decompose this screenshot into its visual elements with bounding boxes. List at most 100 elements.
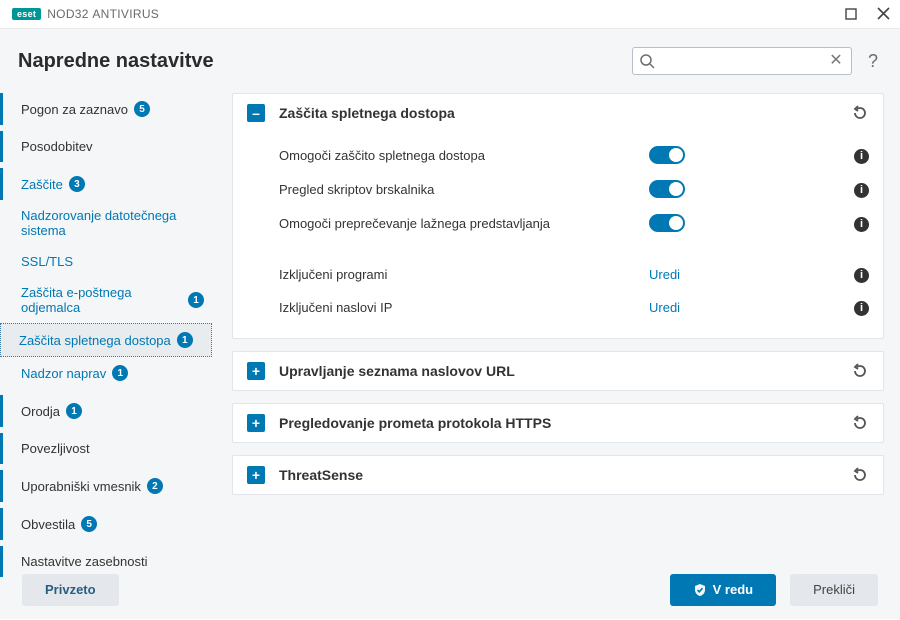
row-label: Pregled skriptov brskalnika (279, 182, 649, 197)
revert-icon[interactable] (851, 104, 869, 122)
sidebar-item-label: Uporabniški vmesnik (21, 479, 141, 494)
edit-excluded-programs-link[interactable]: Uredi (649, 267, 680, 282)
row-browser-script-scan: Pregled skriptov brskalnika i (279, 172, 869, 206)
panel-url-list-management: + Upravljanje seznama naslovov URL (232, 351, 884, 391)
sidebar-item-connectivity[interactable]: Povezljivost (0, 433, 212, 464)
default-button[interactable]: Privzeto (22, 574, 119, 606)
brand-badge: eset (12, 8, 41, 20)
sidebar-item-device-control[interactable]: Nadzor naprav 1 (0, 357, 212, 389)
page-title: Napredne nastavitve (18, 50, 214, 73)
row-label: Izključeni naslovi IP (279, 300, 649, 315)
info-icon[interactable]: i (854, 266, 869, 283)
brand-product-text: NOD32 (47, 7, 89, 21)
expand-icon[interactable]: + (247, 362, 265, 380)
close-button[interactable] (874, 5, 892, 23)
sidebar-item-label: Obvestila (21, 517, 75, 532)
sidebar-badge: 1 (66, 403, 82, 419)
sidebar-badge: 5 (81, 516, 97, 532)
revert-icon[interactable] (851, 466, 869, 484)
row-excluded-programs: Izključeni programi Uredi i (279, 258, 869, 291)
main-body: Pogon za zaznavo 5 Posodobitev Zaščite 3… (0, 89, 900, 559)
row-excluded-ip: Izključeni naslovi IP Uredi i (279, 291, 869, 324)
toggle-enable-web-access[interactable] (649, 146, 685, 164)
collapse-icon[interactable]: – (247, 104, 265, 122)
sidebar-item-web-access-protection[interactable]: Zaščita spletnega dostopa 1 (0, 323, 212, 357)
footer-right: V redu Prekliči (670, 574, 878, 606)
search-icon (639, 53, 655, 69)
window-controls (842, 5, 892, 23)
edit-excluded-ip-link[interactable]: Uredi (649, 300, 680, 315)
sidebar-badge: 2 (147, 478, 163, 494)
sidebar-item-label: Zaščita e-poštnega odjemalca (21, 285, 182, 315)
sidebar-badge: 1 (112, 365, 128, 381)
info-icon[interactable]: i (854, 215, 869, 232)
brand-suffix-text: ANTIVIRUS (92, 7, 159, 21)
sidebar-item-label: SSL/TLS (21, 254, 73, 269)
panel-body-web-access: Omogoči zaščito spletnega dostopa i Preg… (233, 132, 883, 338)
shield-icon (693, 583, 707, 597)
panel-title: ThreatSense (279, 467, 363, 483)
info-icon[interactable]: i (854, 181, 869, 198)
brand-eset-text: eset (17, 9, 36, 19)
sidebar-item-privacy-settings[interactable]: Nastavitve zasebnosti (0, 546, 212, 577)
toggle-anti-phishing[interactable] (649, 214, 685, 232)
panel-title: Upravljanje seznama naslovov URL (279, 363, 515, 379)
panel-title: Pregledovanje prometa protokola HTTPS (279, 415, 551, 431)
info-icon[interactable]: i (854, 299, 869, 316)
sidebar-item-label: Nadzorovanje datotečnega sistema (21, 208, 204, 238)
help-button[interactable]: ? (864, 51, 882, 72)
sidebar-item-update[interactable]: Posodobitev (0, 131, 212, 162)
sidebar-badge: 3 (69, 176, 85, 192)
panel-https-scanning: + Pregledovanje prometa protokola HTTPS (232, 403, 884, 443)
row-enable-web-access: Omogoči zaščito spletnega dostopa i (279, 138, 869, 172)
search-input[interactable] (633, 48, 851, 74)
row-anti-phishing: Omogoči preprečevanje lažnega predstavlj… (279, 206, 869, 240)
sidebar-item-label: Zaščita spletnega dostopa (19, 333, 171, 348)
sidebar-item-notifications[interactable]: Obvestila 5 (0, 508, 212, 540)
expand-icon[interactable]: + (247, 466, 265, 484)
revert-icon[interactable] (851, 414, 869, 432)
brand-product: NOD32 ANTIVIRUS (47, 7, 159, 21)
content-area: – Zaščita spletnega dostopa Omogoči zašč… (220, 89, 900, 559)
panel-threatsense: + ThreatSense (232, 455, 884, 495)
sidebar-item-label: Povezljivost (21, 441, 90, 456)
sidebar-item-tools[interactable]: Orodja 1 (0, 395, 212, 427)
sidebar-item-ui[interactable]: Uporabniški vmesnik 2 (0, 470, 212, 502)
header-right: ✕ ? (632, 47, 882, 75)
sidebar-item-filesystem-monitor[interactable]: Nadzorovanje datotečnega sistema (0, 200, 212, 246)
sidebar: Pogon za zaznavo 5 Posodobitev Zaščite 3… (0, 89, 220, 559)
sidebar-item-email-protection[interactable]: Zaščita e-poštnega odjemalca 1 (0, 277, 212, 323)
sidebar-item-label: Posodobitev (21, 139, 93, 154)
sidebar-item-label: Zaščite (21, 177, 63, 192)
panel-title: Zaščita spletnega dostopa (279, 105, 455, 121)
info-icon[interactable]: i (854, 147, 869, 164)
sidebar-item-label: Orodja (21, 404, 60, 419)
sidebar-item-protections[interactable]: Zaščite 3 (0, 168, 212, 200)
panel-web-access-protection: – Zaščita spletnega dostopa Omogoči zašč… (232, 93, 884, 339)
maximize-button[interactable] (842, 5, 860, 23)
sidebar-item-label: Nastavitve zasebnosti (21, 554, 147, 569)
sidebar-badge: 5 (134, 101, 150, 117)
panel-header-threatsense[interactable]: + ThreatSense (233, 456, 883, 494)
row-label: Omogoči preprečevanje lažnega predstavlj… (279, 216, 649, 231)
revert-icon[interactable] (851, 362, 869, 380)
ok-button[interactable]: V redu (670, 574, 776, 606)
sidebar-badge: 1 (177, 332, 193, 348)
panel-header-url-mgmt[interactable]: + Upravljanje seznama naslovov URL (233, 352, 883, 390)
expand-icon[interactable]: + (247, 414, 265, 432)
cancel-button[interactable]: Prekliči (790, 574, 878, 606)
brand: eset NOD32 ANTIVIRUS (12, 7, 159, 21)
panel-header-https[interactable]: + Pregledovanje prometa protokola HTTPS (233, 404, 883, 442)
toggle-browser-script-scan[interactable] (649, 180, 685, 198)
search-box[interactable]: ✕ (632, 47, 852, 75)
sidebar-item-ssl-tls[interactable]: SSL/TLS (0, 246, 212, 277)
search-clear-icon[interactable]: ✕ (827, 52, 845, 70)
sidebar-item-label: Pogon za zaznavo (21, 102, 128, 117)
sidebar-badge: 1 (188, 292, 204, 308)
sidebar-item-detection-engine[interactable]: Pogon za zaznavo 5 (0, 93, 212, 125)
header: Napredne nastavitve ✕ ? (0, 28, 900, 89)
panel-header-web-access[interactable]: – Zaščita spletnega dostopa (233, 94, 883, 132)
row-label: Izključeni programi (279, 267, 649, 282)
row-label: Omogoči zaščito spletnega dostopa (279, 148, 649, 163)
title-bar: eset NOD32 ANTIVIRUS (0, 0, 900, 28)
